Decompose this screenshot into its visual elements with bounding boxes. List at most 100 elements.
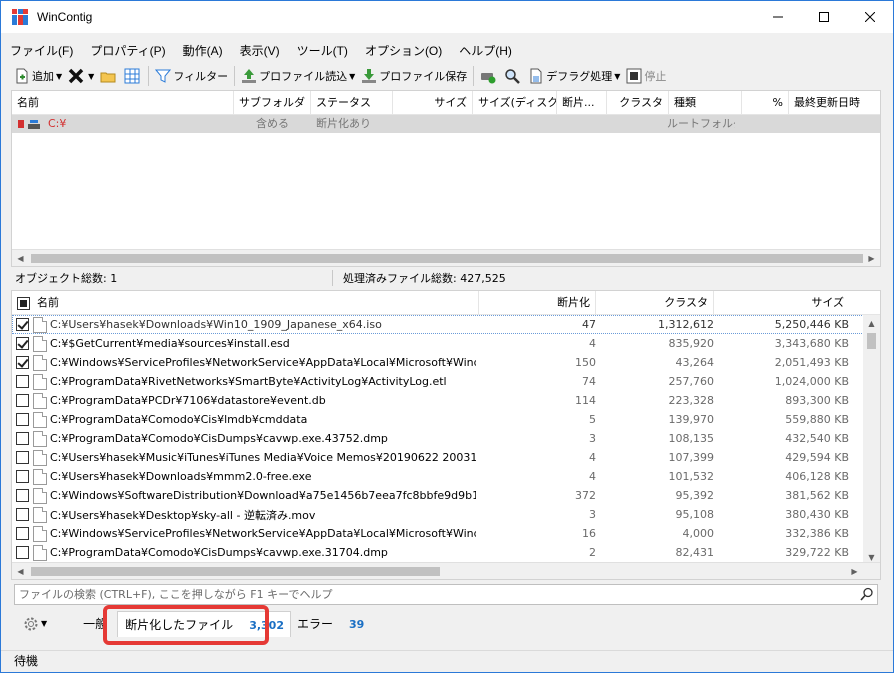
file-fragments: 74 — [582, 375, 596, 388]
col-file-clusters[interactable]: クラスタ — [596, 291, 714, 315]
menu-properties[interactable]: プロパティ(P) — [81, 41, 173, 61]
tab-errors[interactable]: エラー 39 — [291, 611, 370, 637]
filter-icon — [155, 69, 172, 83]
search-icon[interactable] — [860, 587, 874, 601]
row-checkbox[interactable] — [16, 432, 29, 445]
row-checkbox[interactable] — [16, 318, 29, 331]
menu-tools[interactable]: ツール(T) — [288, 41, 356, 61]
table-row[interactable]: C:¥Windows¥ServiceProfiles¥NetworkServic… — [12, 353, 864, 372]
filter-button[interactable]: フィルター — [152, 64, 231, 88]
row-checkbox[interactable] — [16, 470, 29, 483]
minimize-icon[interactable] — [755, 1, 801, 33]
col-file-size[interactable]: サイズ — [714, 291, 849, 315]
remove-button[interactable]: ▼ — [65, 64, 97, 88]
row-checkbox[interactable] — [16, 508, 29, 521]
col-fragments[interactable]: 断片... — [557, 91, 607, 115]
file-fragments: 3 — [589, 508, 596, 521]
analyze-disk-button[interactable] — [477, 64, 501, 88]
file-icon — [33, 354, 47, 371]
table-row[interactable]: C:¥ProgramData¥Comodo¥CisDumps¥cavwp.exe… — [12, 543, 864, 562]
col-status[interactable]: ステータス — [311, 91, 393, 115]
row-checkbox[interactable] — [16, 451, 29, 464]
maximize-icon[interactable] — [801, 1, 847, 33]
scroll-right-icon[interactable]: ▶ — [863, 250, 880, 267]
col-file-name[interactable]: 名前 — [12, 291, 479, 315]
scroll-left-icon[interactable]: ◀ — [12, 563, 29, 580]
drive-icon — [18, 120, 40, 129]
select-all-checkbox[interactable] — [17, 296, 30, 310]
objects-hscrollbar[interactable]: ◀ ▶ — [12, 249, 880, 266]
search-tool-button[interactable] — [501, 64, 525, 88]
col-file-fragments[interactable]: 断片化 — [479, 291, 596, 315]
menu-file[interactable]: ファイル(F) — [1, 41, 81, 61]
row-checkbox[interactable] — [16, 394, 29, 407]
gear-icon — [24, 617, 38, 631]
new-file-icon — [16, 68, 28, 84]
toolbar-separator — [234, 66, 236, 86]
table-row[interactable]: C:¥ProgramData¥Comodo¥CisDumps¥cavwp.exe… — [12, 429, 864, 448]
file-clusters: 82,431 — [675, 546, 715, 559]
objects-list[interactable]: 名前 サブフォルダ ステータス サイズ サイズ(ディスク) 断片... クラスタ… — [11, 90, 881, 267]
close-icon[interactable] — [847, 1, 893, 33]
table-row[interactable]: C:¥Users¥hasek¥Downloads¥mmm2.0-free.exe… — [12, 467, 864, 486]
row-checkbox[interactable] — [16, 375, 29, 388]
row-checkbox[interactable] — [16, 546, 29, 559]
file-clusters: 257,760 — [668, 375, 715, 388]
remove-x-icon — [68, 68, 84, 84]
menu-view[interactable]: 表示(V) — [231, 41, 288, 61]
menu-action[interactable]: 動作(A) — [174, 41, 231, 61]
files-hscrollbar[interactable]: ◀ ▶ — [12, 562, 880, 579]
row-checkbox[interactable] — [16, 489, 29, 502]
menu-help[interactable]: ヘルプ(H) — [450, 41, 520, 61]
load-profile-button[interactable]: プロファイル読込 ▼ — [238, 64, 358, 88]
table-row[interactable]: C:¥ProgramData¥Comodo¥Cis¥lmdb¥cmddata 5 1… — [12, 410, 864, 429]
row-checkbox[interactable] — [16, 527, 29, 540]
object-row[interactable]: C:¥ 含める 断片化あり ルートフォルダ — [12, 115, 880, 133]
defrag-button[interactable]: デフラグ処理 ▼ — [525, 64, 623, 88]
object-total: オブジェクト総数: 1 — [11, 270, 333, 286]
file-path: C:¥Windows¥ServiceProfiles¥NetworkServic… — [50, 527, 476, 540]
col-clusters[interactable]: クラスタ — [607, 91, 669, 115]
scroll-right-icon[interactable]: ▶ — [846, 563, 863, 580]
tab-errors-label: エラー — [296, 617, 333, 631]
row-checkbox[interactable] — [16, 337, 29, 350]
col-type[interactable]: 種類 — [669, 91, 742, 115]
file-clusters: 835,920 — [668, 337, 715, 350]
col-subfolder[interactable]: サブフォルダ — [234, 91, 311, 115]
col-name[interactable]: 名前 — [12, 91, 234, 115]
col-size[interactable]: サイズ — [393, 91, 473, 115]
scroll-left-icon[interactable]: ◀ — [12, 250, 29, 267]
save-profile-button[interactable]: プロファイル保存 — [358, 64, 470, 88]
settings-menu-button[interactable]: ▼ — [17, 611, 53, 637]
file-size: 3,343,680 KB — [774, 337, 849, 350]
file-search-input[interactable]: ファイルの検索 (CTRL+F), ここを押しながら F1 キーでヘルプ — [14, 584, 878, 605]
col-size-disk[interactable]: サイズ(ディスク) — [473, 91, 557, 115]
scroll-up-icon[interactable]: ▲ — [863, 315, 880, 332]
menu-bar: ファイル(F) プロパティ(P) 動作(A) 表示(V) ツール(T) オプショ… — [1, 41, 520, 61]
add-button[interactable]: 追加 ▼ — [11, 64, 65, 88]
scroll-thumb[interactable] — [867, 333, 876, 349]
row-checkbox[interactable] — [16, 413, 29, 426]
col-percent[interactable]: % — [742, 91, 789, 115]
table-row[interactable]: C:¥$GetCurrent¥media¥sources¥install.esd… — [12, 334, 864, 353]
files-vscrollbar[interactable]: ▲ ▼ — [863, 315, 880, 566]
scroll-thumb[interactable] — [31, 254, 863, 263]
scroll-thumb[interactable] — [31, 567, 440, 576]
grid-view-button[interactable] — [121, 64, 145, 88]
table-row[interactable]: C:¥ProgramData¥PCDr¥7106¥datastore¥event… — [12, 391, 864, 410]
stop-button[interactable]: 停止 — [623, 64, 669, 88]
row-checkbox[interactable] — [16, 356, 29, 369]
fragmented-files-list[interactable]: 名前 断片化 クラスタ サイズ C:¥Users¥hasek¥Downloads… — [11, 290, 881, 580]
table-row[interactable]: C:¥Users¥hasek¥Desktop¥sky-all - 逆転済み.mo… — [12, 505, 864, 524]
table-row[interactable]: C:¥Windows¥ServiceProfiles¥NetworkServic… — [12, 524, 864, 543]
table-row[interactable]: C:¥Users¥hasek¥Downloads¥Win10_1909_Japa… — [12, 315, 864, 334]
menu-options[interactable]: オプション(O) — [356, 41, 450, 61]
table-row[interactable]: C:¥Windows¥SoftwareDistribution¥Download… — [12, 486, 864, 505]
open-folder-button[interactable] — [97, 64, 121, 88]
table-row[interactable]: C:¥ProgramData¥RivetNetworks¥SmartByte¥A… — [12, 372, 864, 391]
col-modified[interactable]: 最終更新日時 — [789, 91, 880, 115]
file-icon — [33, 392, 47, 409]
toolbar: 追加 ▼ ▼ フィルター プロファイル読込 ▼ プロファイル保存 デフラグ処理 … — [1, 63, 893, 89]
table-row[interactable]: C:¥Users¥hasek¥Music¥iTunes¥iTunes Media… — [12, 448, 864, 467]
object-subfolder: 含める — [256, 117, 289, 130]
